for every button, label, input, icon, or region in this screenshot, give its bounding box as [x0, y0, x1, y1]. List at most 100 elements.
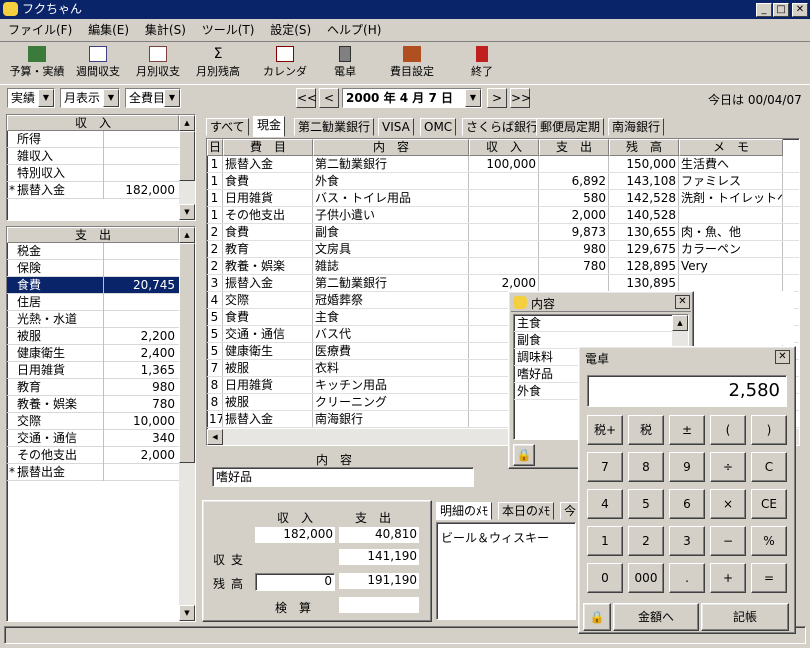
monthly-balance-button[interactable]: Σ 月別残高 — [190, 44, 246, 84]
calc-key[interactable]: + — [710, 563, 746, 593]
expense-row[interactable]: その他支出 2,000 — [7, 447, 179, 464]
menu-summary[interactable]: 集計(S) — [139, 21, 192, 39]
tab-account-3[interactable]: VISA — [378, 118, 414, 136]
scroll-down-icon[interactable]: ▼ — [179, 204, 195, 220]
calc-key[interactable]: 1 — [587, 526, 623, 556]
col-header[interactable]: 内 容 — [313, 139, 469, 156]
lock-icon[interactable]: 🔒 — [513, 444, 535, 466]
tab-account-7[interactable]: 南海銀行 — [608, 118, 665, 136]
tab-account-1[interactable]: 現金 — [253, 116, 286, 137]
maximize-button[interactable]: □ — [773, 3, 789, 17]
calc-key[interactable]: 2 — [628, 526, 664, 556]
close-icon[interactable]: ✕ — [675, 295, 690, 309]
menu-help[interactable]: ヘルプ(H) — [321, 21, 387, 39]
tab-detail-memo[interactable]: 明細のﾒﾓ — [436, 502, 493, 520]
tab-account-5[interactable]: さくらば銀行 — [462, 118, 543, 136]
next-button[interactable]: > — [487, 88, 507, 108]
tab-memo-more[interactable]: 今 — [560, 502, 581, 520]
close-button[interactable]: ✕ — [792, 3, 808, 17]
menu-tools[interactable]: ツール(T) — [196, 21, 261, 39]
calc-key[interactable]: 9 — [669, 452, 705, 482]
calc-key[interactable]: 5 — [628, 489, 664, 519]
expense-row[interactable]: 住居 — [7, 294, 179, 311]
tab-account-2[interactable]: 第二勧業銀行 — [294, 118, 375, 136]
tab-account-4[interactable]: OMC — [420, 118, 457, 136]
calc-key[interactable]: 7 — [587, 452, 623, 482]
calc-key[interactable]: ± — [669, 415, 705, 445]
income-row[interactable]: 所得 — [7, 131, 179, 148]
col-header[interactable]: 収 入 — [469, 139, 539, 156]
calc-key[interactable]: 0 — [587, 563, 623, 593]
table-row[interactable]: 3 振替入金 第二勧業銀行 2,000 130,895 — [207, 275, 799, 292]
memo-text[interactable]: ビール＆ウィスキー — [436, 522, 576, 620]
calc-key[interactable]: 3 — [669, 526, 705, 556]
table-row[interactable]: 2 食費 副食 9,873 130,655 肉・魚、他 — [207, 224, 799, 241]
col-header[interactable]: 日 — [207, 139, 223, 156]
close-icon[interactable]: ✕ — [775, 350, 790, 364]
expense-row[interactable]: 光熱・水道 — [7, 311, 179, 328]
calc-key[interactable]: ) — [751, 415, 787, 445]
expense-row[interactable]: 教育 980 — [7, 379, 179, 396]
scroll-thumb[interactable] — [179, 131, 195, 181]
calc-key[interactable]: C — [751, 452, 787, 482]
scroll-thumb[interactable] — [179, 243, 195, 463]
calc-key[interactable]: − — [710, 526, 746, 556]
category-select[interactable]: 全費目 ▼ — [125, 88, 181, 108]
monthly-button[interactable]: 月別収支 — [130, 44, 186, 84]
budget-actual-button[interactable]: 予算・実績 — [6, 44, 68, 84]
category-settings-button[interactable]: 費目設定 — [386, 44, 438, 84]
calc-key[interactable]: ÷ — [710, 452, 746, 482]
expense-row[interactable]: 教養・娯楽 780 — [7, 396, 179, 413]
calc-key[interactable]: = — [751, 563, 787, 593]
col-header[interactable]: 残 高 — [609, 139, 679, 156]
col-header[interactable]: 支 出 — [539, 139, 609, 156]
calendar-button[interactable]: カレンダ — [262, 44, 308, 84]
date-select[interactable]: 2000 年 4 月 7 日 ▼ — [342, 88, 482, 108]
to-amount-button[interactable]: 金額へ — [613, 603, 699, 631]
weekly-button[interactable]: 週間収支 — [70, 44, 126, 84]
scroll-left-icon[interactable]: ◀ — [207, 429, 223, 445]
content-input[interactable]: 嗜好品 — [212, 467, 474, 487]
first-button[interactable]: << — [296, 88, 317, 108]
tab-account-0[interactable]: すべて — [206, 118, 249, 136]
col-header[interactable]: メ モ — [679, 139, 783, 156]
calculator-button[interactable]: 電卓 — [322, 44, 368, 84]
table-row[interactable]: 1 食費 外食 6,892 143,108 ファミレス — [207, 173, 799, 190]
table-row[interactable]: 1日用雑貨バス・トイレ用品 580142,528洗剤・トイレットペー — [207, 190, 799, 207]
exit-button[interactable]: 終了 — [462, 44, 502, 84]
tab-today-memo[interactable]: 本日のﾒﾓ — [498, 502, 555, 520]
record-button[interactable]: 記帳 — [701, 603, 789, 631]
expense-row[interactable]: 被服 2,200 — [7, 328, 179, 345]
scroll-up-icon[interactable]: ▲ — [179, 227, 195, 243]
menu-edit[interactable]: 編集(E) — [82, 21, 135, 39]
calc-key[interactable]: CE — [751, 489, 787, 519]
income-row[interactable]: 特別収入 — [7, 165, 179, 182]
expense-row[interactable]: 税金 — [7, 243, 179, 260]
expense-row[interactable]: 食費 20,745 — [7, 277, 179, 294]
calc-key[interactable]: 000 — [628, 563, 664, 593]
income-scrollbar[interactable]: ▲ ▼ — [179, 115, 195, 220]
remaining-input[interactable]: 0 — [255, 573, 335, 591]
table-row[interactable]: 2 教養・娯楽 雑誌 780 128,895 Very — [207, 258, 799, 275]
calc-key[interactable]: 4 — [587, 489, 623, 519]
expense-row[interactable]: * 振替出金 — [7, 464, 179, 481]
scroll-up-icon[interactable]: ▲ — [672, 315, 688, 331]
calc-key[interactable]: 税+ — [587, 415, 623, 445]
calc-key[interactable]: × — [710, 489, 746, 519]
table-row[interactable]: 2 教育 文房具 980 129,675 カラーペン — [207, 241, 799, 258]
calc-key[interactable]: ( — [710, 415, 746, 445]
table-row[interactable]: 1 その他支出 子供小遣い 2,000 140,528 — [207, 207, 799, 224]
scroll-down-icon[interactable]: ▼ — [179, 605, 195, 621]
last-button[interactable]: >> — [510, 88, 531, 108]
calc-key[interactable]: 8 — [628, 452, 664, 482]
view-select[interactable]: 月表示 ▼ — [60, 88, 120, 108]
income-row[interactable]: * 振替入金 182,000 — [7, 182, 179, 199]
calc-key[interactable]: 税 — [628, 415, 664, 445]
expense-row[interactable]: 交通・通信 340 — [7, 430, 179, 447]
expense-scrollbar[interactable]: ▲ ▼ — [179, 227, 195, 621]
menu-file[interactable]: ファイル(F) — [2, 21, 78, 39]
popup-item[interactable]: 主食 — [514, 315, 672, 332]
tab-account-6[interactable]: 郵便局定期 — [536, 118, 605, 136]
minimize-button[interactable]: _ — [756, 3, 772, 17]
menu-settings[interactable]: 設定(S) — [264, 21, 317, 39]
